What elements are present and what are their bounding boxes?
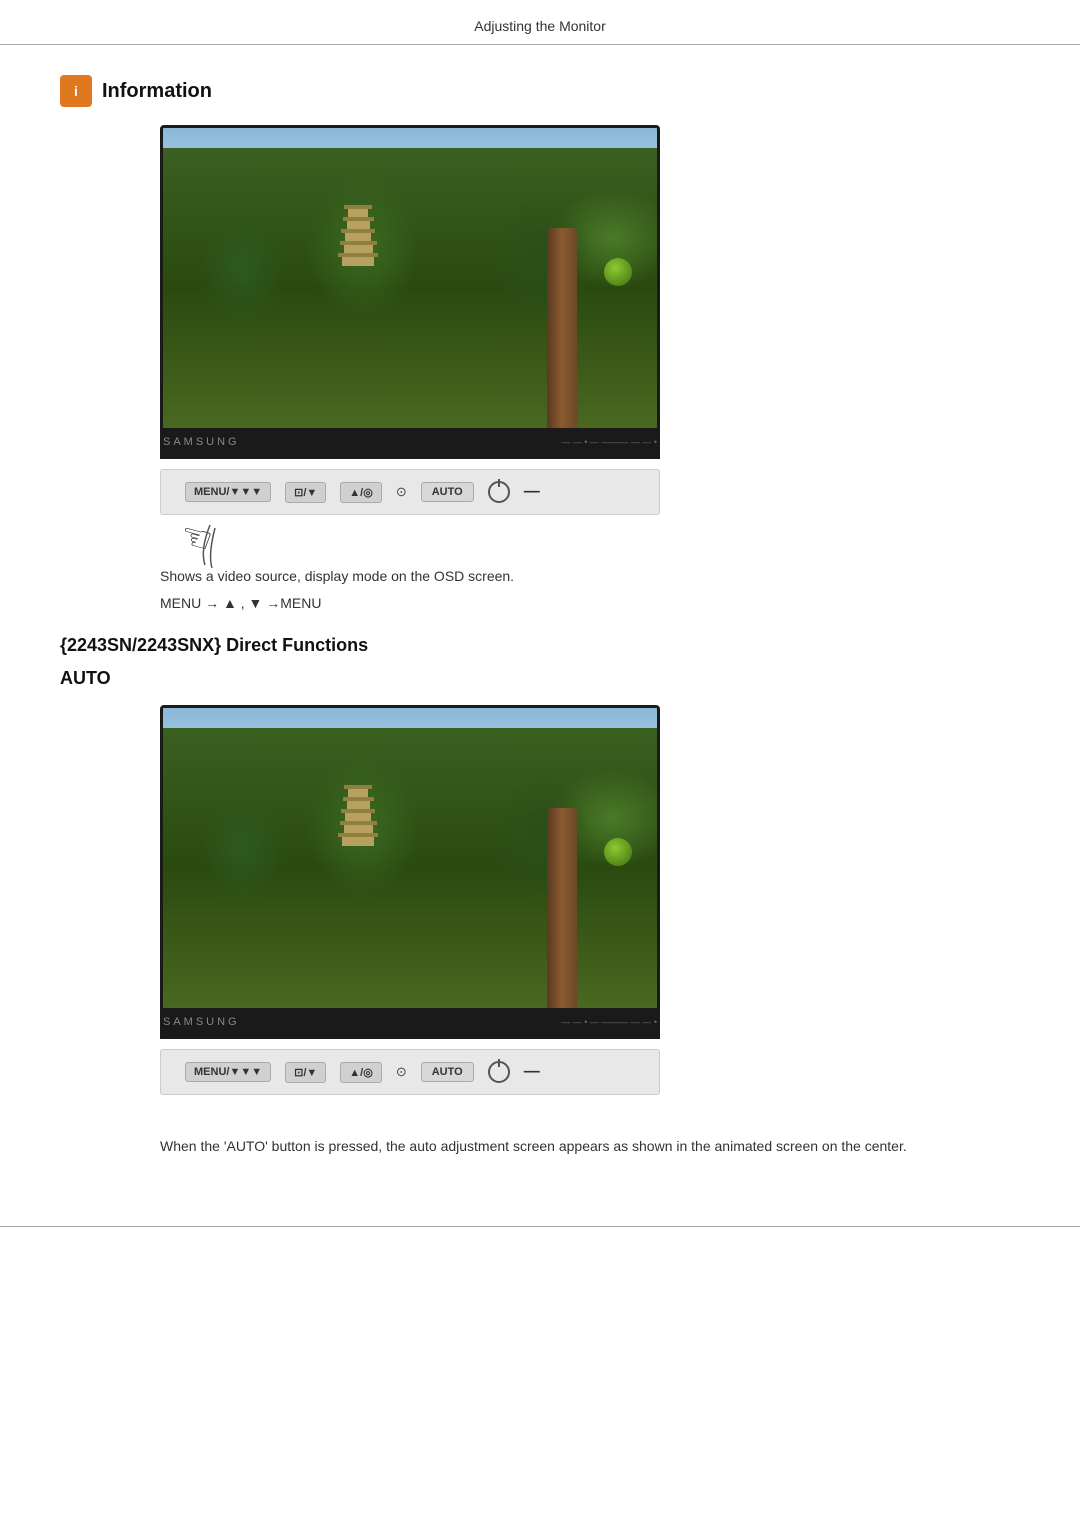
samsung-logo-1: SAMSUNG [163, 436, 240, 448]
btn3-1[interactable]: ▲/◎ [340, 482, 382, 503]
auto-button-2[interactable]: AUTO [421, 1062, 474, 1082]
btn2-2[interactable]: ⊡/▼ [285, 1062, 326, 1083]
btn2-1[interactable]: ⊡/▼ [285, 482, 326, 503]
monitor-base-2: SAMSUNG — — • — ——— — — • [163, 1008, 660, 1036]
pagoda-1 [348, 208, 368, 288]
tree-trunk-1 [547, 228, 577, 428]
page-content: i Information [0, 45, 1080, 1206]
monitor-image-1: SAMSUNG — — • — ——— — — • [160, 125, 1020, 459]
btn4-1: ⊙ [396, 484, 407, 500]
screen-display-2 [163, 708, 657, 1008]
menu-instruction-1: MENU → ▲ , ▼ →MENU [160, 595, 920, 611]
menu-button-1[interactable]: MENU/▼▼▼ [185, 482, 271, 502]
btn4-2: ⊙ [396, 1064, 407, 1080]
svg-text:i: i [74, 83, 78, 99]
tree-trunk-2 [547, 808, 577, 1008]
information-heading: i Information [60, 75, 1020, 107]
monitor-base-1: SAMSUNG — — • — ——— — — • [163, 428, 660, 456]
screen-display-1 [163, 128, 657, 428]
pagoda-2 [348, 788, 368, 868]
info-icon: i [60, 75, 92, 107]
controls-row-2: MENU/▼▼▼ ⊡/▼ ▲/◎ ⊙ AUTO — [175, 1061, 550, 1083]
controls-row-1: MENU/▼▼▼ ⊡/▼ ▲/◎ ⊙ AUTO — [175, 481, 550, 503]
page-header: Adjusting the Monitor [0, 0, 1080, 45]
monitor-screen-1: SAMSUNG — — • — ——— — — • [160, 125, 660, 459]
menu-button-2[interactable]: MENU/▼▼▼ [185, 1062, 271, 1082]
green-ball-1 [604, 258, 632, 286]
direct-functions-heading: {2243SN/2243SNX} Direct Functions [60, 635, 1020, 656]
power-button-1[interactable] [488, 481, 510, 503]
auto-description: When the 'AUTO' button is pressed, the a… [160, 1135, 920, 1157]
page-title: Adjusting the Monitor [474, 18, 606, 34]
cursor-lines [190, 520, 250, 570]
monitor-controls-bar-2: MENU/▼▼▼ ⊡/▼ ▲/◎ ⊙ AUTO — [160, 1049, 660, 1095]
monitor-screen-2: SAMSUNG — — • — ——— — — • [160, 705, 660, 1039]
auto-heading: AUTO [60, 668, 1020, 689]
controls-area-2: MENU/▼▼▼ ⊡/▼ ▲/◎ ⊙ AUTO — [160, 1049, 660, 1095]
monitor-controls-bar-1: MENU/▼▼▼ ⊡/▼ ▲/◎ ⊙ AUTO — [160, 469, 660, 515]
dash-1: — [524, 483, 540, 501]
description-text-1: Shows a video source, display mode on th… [160, 565, 920, 587]
power-button-2[interactable] [488, 1061, 510, 1083]
monitor-image-2: SAMSUNG — — • — ——— — — • [160, 705, 1020, 1039]
section-title-information: Information [102, 80, 212, 103]
controls-area-1: MENU/▼▼▼ ⊡/▼ ▲/◎ ⊙ AUTO — ☞ [160, 469, 660, 515]
samsung-logo-2: SAMSUNG [163, 1016, 240, 1028]
auto-button-1[interactable]: AUTO [421, 482, 474, 502]
dash-2: — [524, 1063, 540, 1081]
page-footer [0, 1226, 1080, 1259]
btn3-2[interactable]: ▲/◎ [340, 1062, 382, 1083]
